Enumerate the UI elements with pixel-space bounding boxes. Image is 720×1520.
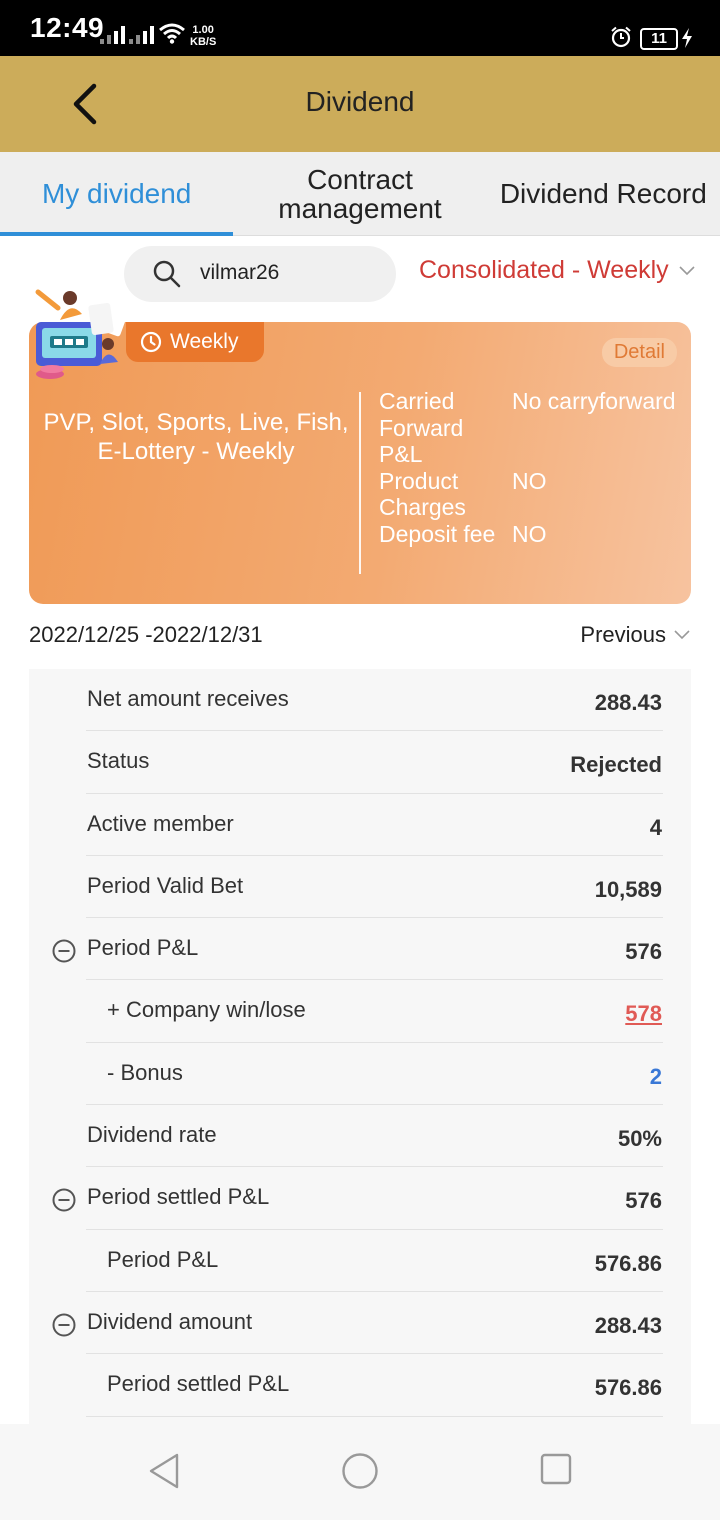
page-title: Dividend [305, 86, 415, 117]
previous-label: Previous [580, 622, 666, 647]
attr-key: Product Charges [379, 467, 466, 521]
signal-icon-2 [129, 26, 154, 44]
collapse-icon[interactable] [52, 1188, 76, 1212]
table-row-dividend-amount[interactable]: Dividend amount 288.43 [29, 1292, 691, 1355]
contract-filter-dropdown[interactable]: Consolidated - Weekly [419, 256, 695, 285]
network-speed-value: 1.00 [192, 24, 214, 36]
period-type-label: Weekly [170, 330, 239, 353]
attr-product-charges: Product Charges NO [379, 468, 679, 521]
filter-label: Consolidated - Weekly [419, 256, 669, 284]
bonus-value: 2 [649, 1063, 662, 1089]
row-value: 10,589 [594, 876, 662, 902]
period-range: 2022/12/25 -2022/12/31 [29, 622, 263, 647]
casino-illustration-icon [35, 289, 131, 379]
collapse-icon[interactable] [52, 1313, 76, 1337]
alarm-icon [611, 26, 631, 48]
clock-icon [140, 331, 162, 353]
nav-home-icon[interactable] [341, 1452, 379, 1490]
signal-icon [100, 26, 125, 44]
row-label: Period P&L [107, 1246, 219, 1272]
wifi-icon [159, 23, 185, 44]
nav-recents-icon[interactable] [539, 1452, 573, 1486]
row-label: Period P&L [87, 935, 199, 961]
table-row: Active member 4 [29, 794, 691, 857]
table-row-period-pl[interactable]: Period P&L 576 [29, 918, 691, 981]
table-row-period-settled-pl[interactable]: Period settled P&L 576 [29, 1167, 691, 1230]
row-label: Period settled P&L [87, 1184, 270, 1210]
detail-button[interactable]: Detail [601, 338, 677, 367]
tab-bar: My dividend Contract management Dividend… [0, 152, 720, 236]
status-value: Rejected [570, 752, 662, 778]
row-value: 50% [617, 1126, 662, 1152]
battery-icon: 11 [640, 28, 678, 50]
table-row: Period settled P&L 576.86 [29, 1354, 691, 1417]
table-row: + Company win/lose 578 [29, 980, 691, 1044]
period-type-badge: Weekly [126, 322, 265, 362]
row-label: + Company win/lose [107, 997, 306, 1023]
attr-value: NO [512, 520, 547, 547]
search-input[interactable]: vilmar26 [124, 246, 396, 302]
row-value: 576.86 [594, 1250, 662, 1276]
status-bar: 12:49 1.00 KB/S 11 [0, 0, 720, 56]
row-value: 576 [625, 939, 662, 965]
clock: 12:49 [30, 12, 105, 43]
attr-key: Deposit fee [379, 520, 496, 547]
attr-key: Carried Forward P&L [379, 388, 464, 467]
attr-value: No carryforward [512, 388, 676, 414]
search-value: vilmar26 [200, 261, 280, 284]
app-header: Dividend [0, 56, 720, 152]
nav-back-icon[interactable] [146, 1452, 182, 1490]
company-win-lose-link[interactable]: 578 [625, 1001, 662, 1027]
system-nav-bar [0, 1424, 720, 1520]
table-row: Dividend rate 50% [29, 1105, 691, 1168]
previous-period-dropdown[interactable]: Previous [580, 622, 690, 648]
table-row: Period Valid Bet 10,589 [29, 856, 691, 919]
tab-contract-management[interactable]: Contract management [233, 152, 486, 235]
search-icon [153, 260, 181, 288]
row-value: 288.43 [594, 1312, 662, 1338]
card-divider [359, 392, 361, 574]
attr-deposit-fee: Deposit fee NO [379, 521, 679, 548]
attr-value: NO [512, 467, 547, 494]
contract-products: PVP, Slot, Sports, Live, Fish, E-Lottery… [43, 409, 349, 465]
chevron-down-icon [679, 265, 695, 275]
tab-my-dividend[interactable]: My dividend [0, 152, 234, 236]
charging-icon [682, 28, 692, 48]
chevron-down-icon [674, 630, 690, 640]
row-label: Period Valid Bet [87, 872, 244, 898]
table-row: Period P&L 576.86 [29, 1230, 691, 1293]
tab-dividend-record[interactable]: Dividend Record [487, 152, 720, 235]
contract-attributes: Carried Forward P&L No carryforward Prod… [379, 388, 679, 547]
table-row: - Bonus 2 [29, 1043, 691, 1106]
network-speed-unit: KB/S [190, 36, 217, 48]
row-value: 576.86 [594, 1375, 662, 1401]
row-value: 576 [625, 1188, 662, 1214]
row-label: Period settled P&L [107, 1371, 290, 1397]
row-label: Active member [87, 810, 234, 836]
row-value: 4 [649, 814, 662, 840]
collapse-icon[interactable] [52, 939, 76, 963]
row-value: 288.43 [594, 690, 662, 715]
dividend-details-table: Net amount receives 288.43 Status Reject… [29, 669, 691, 1424]
table-row: Status Rejected [29, 731, 691, 794]
table-row: Net amount receives 288.43 [29, 669, 691, 732]
row-label: - Bonus [107, 1059, 183, 1085]
row-label: Dividend rate [87, 1122, 217, 1148]
attr-carried-forward: Carried Forward P&L No carryforward [379, 388, 679, 468]
row-label: Net amount receives [87, 686, 289, 711]
row-label: Dividend amount [87, 1308, 253, 1334]
network-speed: 1.00 KB/S [190, 24, 216, 48]
row-label: Status [87, 748, 150, 774]
